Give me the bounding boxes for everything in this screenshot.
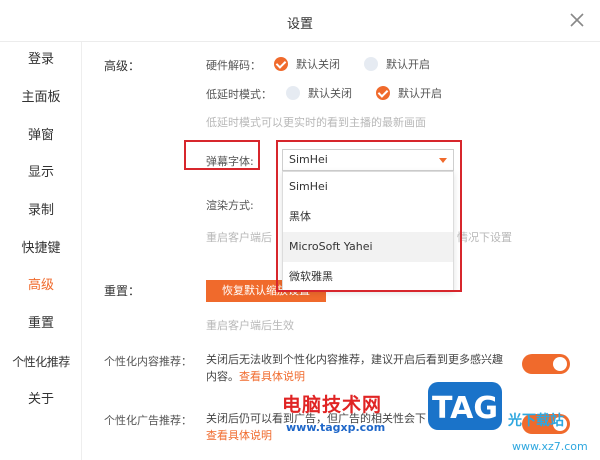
danmaku-font-dropdown: SimHei 黑体 MicroSoft Yahei 微软雅黑 [282, 171, 454, 291]
danmaku-font-select[interactable]: SimHei [282, 149, 454, 171]
option-label: 默认关闭 [296, 58, 340, 71]
watermark-site-name: 电脑技术网 [282, 394, 383, 416]
close-icon[interactable] [568, 11, 586, 29]
sidebar-item-advanced[interactable]: 高级 [0, 274, 82, 298]
watermark-download-name: 光下载站 [508, 413, 564, 429]
personalized-ads-link[interactable]: 查看具体说明 [206, 429, 272, 442]
radio-unchecked-icon [286, 86, 300, 100]
font-option-microsoft-yahei[interactable]: MicroSoft Yahei [283, 232, 453, 262]
option-label: 默认开启 [386, 58, 430, 71]
sidebar-item-shortcuts[interactable]: 快捷键 [0, 237, 82, 261]
option-label: 默认关闭 [308, 87, 352, 100]
sidebar-item-display[interactable]: 显示 [0, 161, 82, 185]
reset-hint: 重启客户端后生效 [206, 319, 294, 332]
low-latency-label: 低延时模式： [206, 88, 272, 101]
sidebar-item-about[interactable]: 关于 [0, 388, 82, 412]
sidebar-item-popup[interactable]: 弹窗 [0, 124, 82, 148]
low-latency-hint: 低延时模式可以更实时的看到主播的最新画面 [206, 116, 426, 129]
font-option-heiti[interactable]: 黑体 [283, 202, 453, 232]
toggle-knob [553, 357, 567, 371]
danmaku-font-selected: SimHei [289, 153, 328, 166]
danmaku-font-label: 弹幕字体: [206, 155, 254, 168]
radio-checked-icon [274, 57, 288, 71]
sidebar-item-record[interactable]: 录制 [0, 199, 82, 223]
option-label: 默认开启 [398, 87, 442, 100]
font-option-weiruan-yahei[interactable]: 微软雅黑 [283, 262, 453, 292]
watermark-tag-logo: TAG [428, 382, 502, 430]
advanced-section-label: 高级： [104, 59, 141, 73]
personalized-content-link[interactable]: 查看具体说明 [239, 370, 305, 383]
render-mode-hint-right: 情况下设置 [457, 231, 512, 244]
watermark-download-url: www.xz7.com [512, 440, 588, 453]
settings-sidebar: 登录 主面板 弹窗 显示 录制 快捷键 高级 重置 个性化推荐 关于 [0, 42, 82, 460]
hardware-decode-off-option[interactable]: 默认关闭 [274, 56, 340, 72]
sidebar-item-personalized[interactable]: 个性化推荐 [0, 350, 82, 374]
render-mode-label: 渲染方式: [206, 199, 254, 212]
watermark-site-url: www.tagxp.com [286, 421, 386, 434]
radio-unchecked-icon [364, 57, 378, 71]
hardware-decode-on-option[interactable]: 默认开启 [364, 56, 430, 72]
caret-down-icon [439, 158, 447, 163]
personalized-content-toggle[interactable] [522, 354, 570, 374]
sidebar-item-main-panel[interactable]: 主面板 [0, 86, 82, 110]
window-title: 设置 [286, 17, 313, 32]
low-latency-on-option[interactable]: 默认开启 [376, 85, 442, 101]
title-bar: 设置 [0, 0, 600, 42]
hardware-decode-label: 硬件解码： [206, 59, 261, 72]
render-mode-hint-left: 重启客户端后 [206, 231, 272, 244]
sidebar-item-reset[interactable]: 重置 [0, 312, 82, 336]
personalized-content-label: 个性化内容推荐： [104, 355, 192, 368]
font-option-simhei[interactable]: SimHei [283, 172, 453, 202]
personalized-ads-label: 个性化广告推荐： [104, 414, 192, 427]
watermark-tag-text: TAG [432, 391, 498, 426]
low-latency-off-option[interactable]: 默认关闭 [286, 85, 352, 101]
reset-section-label: 重置： [104, 284, 141, 298]
sidebar-item-login[interactable]: 登录 [0, 48, 82, 72]
radio-checked-icon [376, 86, 390, 100]
